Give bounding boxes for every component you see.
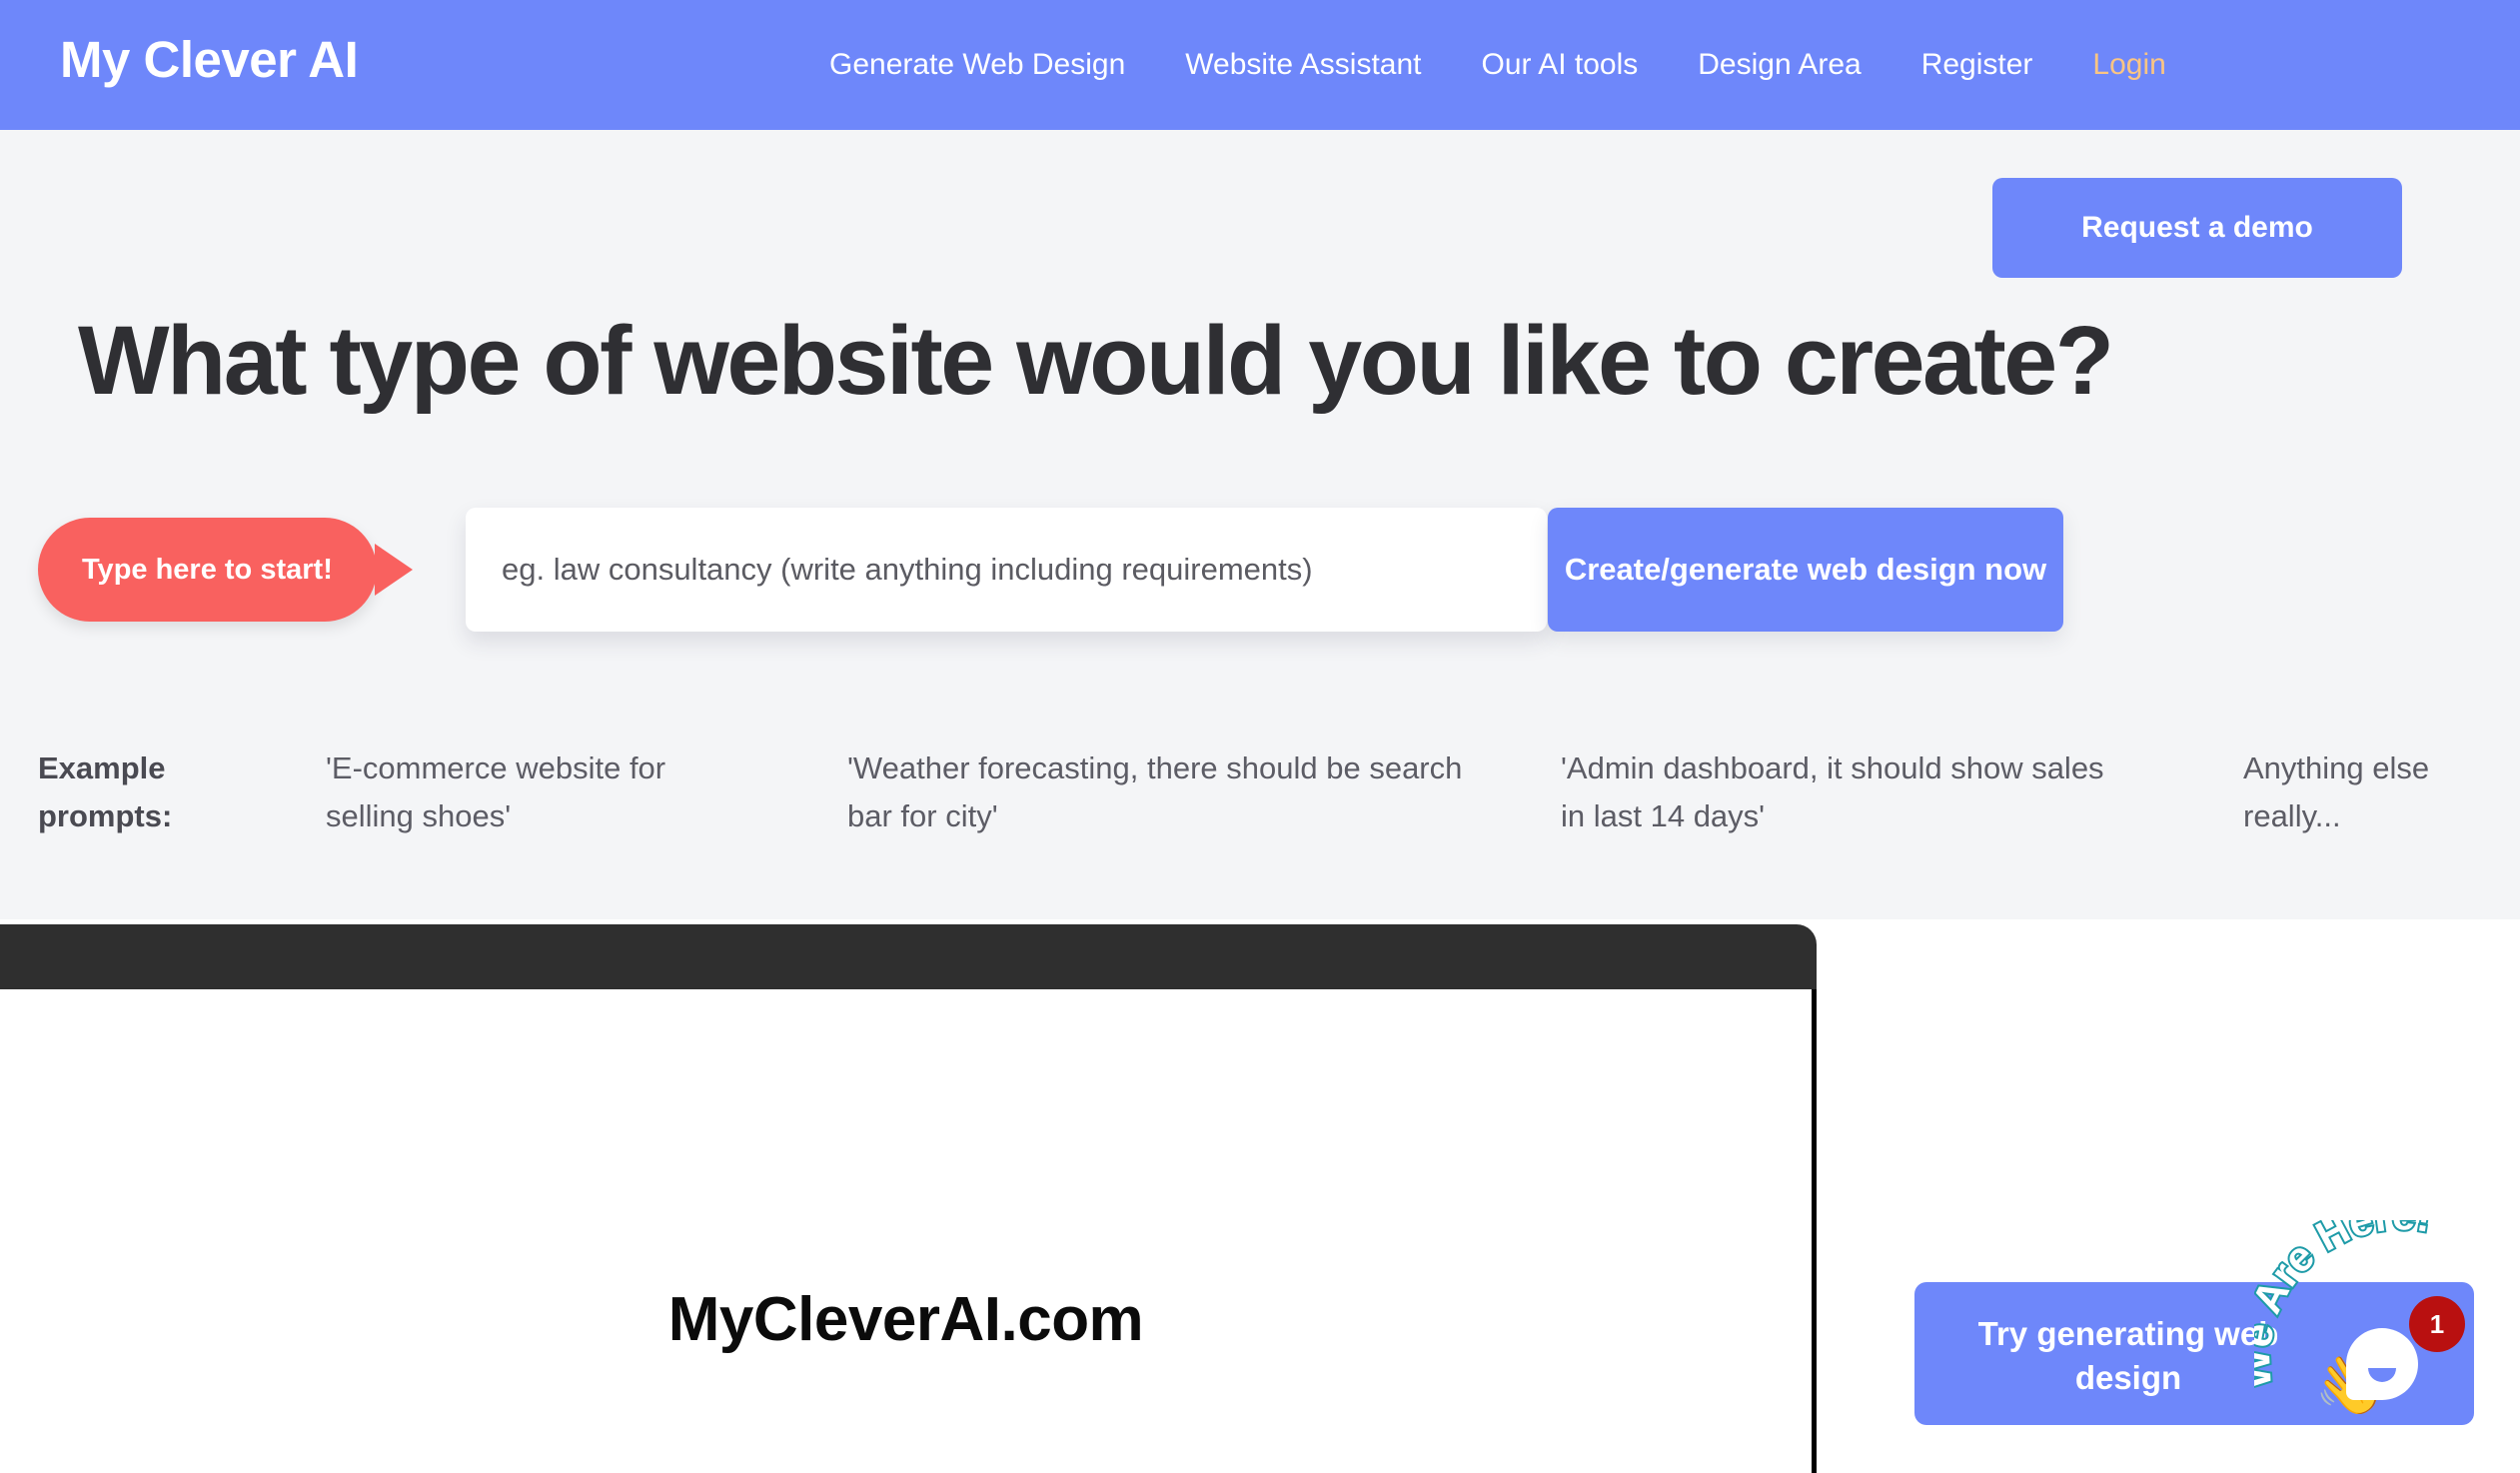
hero-section: Request a demo What type of website woul… bbox=[0, 130, 2520, 919]
request-demo-button[interactable]: Request a demo bbox=[1992, 178, 2402, 278]
example-prompts-section: Example prompts: 'E-commerce website for… bbox=[0, 744, 2520, 884]
nav-item-generate-web-design[interactable]: Generate Web Design bbox=[799, 48, 1155, 82]
nav-item-design-area[interactable]: Design Area bbox=[1668, 48, 1890, 82]
example-prompts-label: Example prompts: bbox=[38, 750, 173, 834]
browser-mockup: MyCleverAI.com bbox=[0, 924, 1817, 1473]
example-prompt-item[interactable]: Anything else really... bbox=[2243, 744, 2493, 840]
nav-links-group: Generate Web Design Website Assistant Ou… bbox=[799, 0, 2196, 130]
speech-bubble-icon[interactable] bbox=[2346, 1328, 2418, 1400]
prompt-row: Type here to start! Create/generate web … bbox=[0, 500, 2520, 660]
nav-item-website-assistant[interactable]: Website Assistant bbox=[1155, 48, 1451, 82]
chat-prompt-text: Try generating web design bbox=[1977, 1315, 2279, 1396]
nav-item-register[interactable]: Register bbox=[1891, 48, 2063, 82]
chat-widget: Try generating web design 👋 1 We Are Her… bbox=[1914, 1220, 2520, 1427]
chat-unread-badge: 1 bbox=[2409, 1296, 2465, 1352]
page-title: What type of website would you like to c… bbox=[78, 306, 2114, 415]
example-prompt-item[interactable]: 'Admin dashboard, it should show sales i… bbox=[1561, 744, 2120, 840]
type-here-badge[interactable]: Type here to start! bbox=[38, 518, 377, 622]
browser-viewport: MyCleverAI.com bbox=[0, 989, 1817, 1473]
mockup-site-logo: MyCleverAI.com bbox=[667, 1285, 1144, 1354]
prompt-input[interactable] bbox=[466, 508, 1547, 632]
top-navigation-bar: My Clever AI Generate Web Design Website… bbox=[0, 0, 2520, 130]
nav-item-our-ai-tools[interactable]: Our AI tools bbox=[1452, 48, 1669, 82]
example-prompt-item[interactable]: 'Weather forecasting, there should be se… bbox=[847, 744, 1487, 840]
example-prompt-item[interactable]: 'E-commerce website for selling shoes' bbox=[326, 744, 755, 840]
create-generate-button[interactable]: Create/generate web design now bbox=[1548, 508, 2063, 632]
page-root: My Clever AI Generate Web Design Website… bbox=[0, 0, 2520, 1473]
nav-item-login[interactable]: Login bbox=[2062, 48, 2195, 82]
brand-logo[interactable]: My Clever AI bbox=[60, 30, 359, 89]
browser-chrome-bar bbox=[0, 924, 1817, 989]
